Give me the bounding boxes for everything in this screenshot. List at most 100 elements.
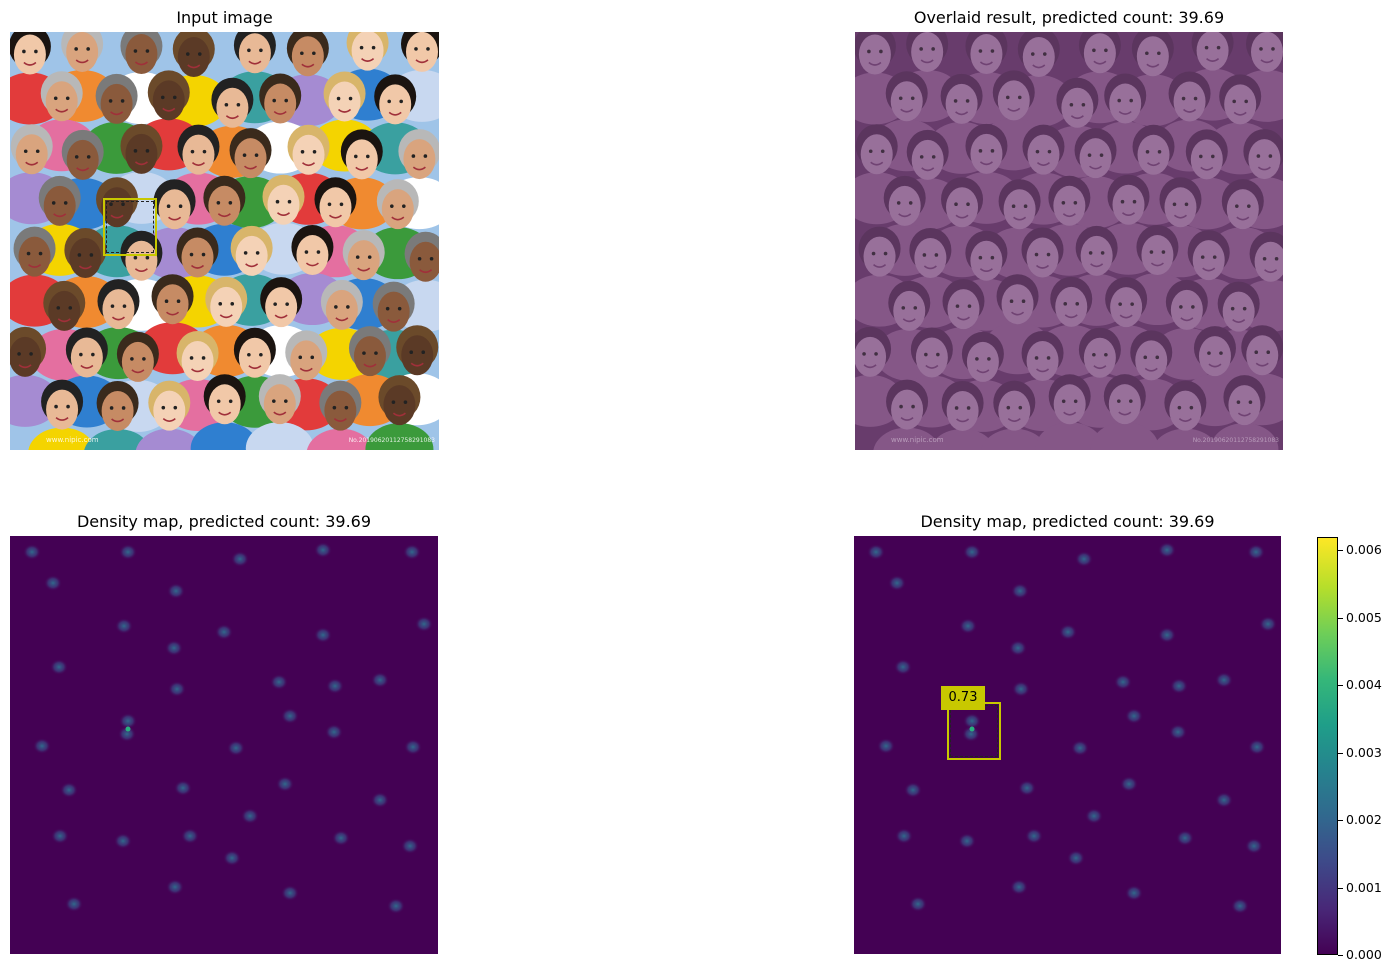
person-eye [216, 200, 221, 205]
density-peak [326, 678, 344, 694]
density-peak [60, 782, 78, 798]
person-eye [79, 352, 83, 357]
density-map-right [867, 542, 1277, 914]
person-eye [259, 352, 263, 357]
person-eye [51, 201, 56, 205]
person-eye [89, 253, 94, 257]
person-face [290, 340, 323, 381]
person-eye [255, 251, 260, 255]
person-eye [247, 352, 251, 357]
density-peak [1012, 681, 1030, 697]
density-peak [223, 850, 241, 866]
person-face [345, 139, 378, 180]
density-exemplar-box [947, 702, 1001, 760]
person-eye [371, 45, 376, 50]
person-eye [178, 204, 183, 209]
person-face [18, 236, 51, 277]
density-peak [1125, 708, 1143, 724]
density-peak [895, 828, 913, 844]
person-eye [161, 405, 166, 410]
person-face [102, 289, 135, 330]
density-map-left-title: Density map, predicted count: 39.69 [76, 512, 372, 531]
person-face [324, 390, 357, 431]
person-eye [397, 306, 402, 311]
density-peak [115, 618, 133, 634]
person-eye [390, 204, 394, 208]
person-eye [409, 350, 414, 355]
density-map-left-panel [10, 536, 438, 954]
colorbar-tick-mark [1338, 820, 1343, 821]
density-peak [1169, 724, 1187, 740]
person-eye [348, 96, 353, 101]
person-eye [421, 350, 426, 355]
person-eye [272, 399, 276, 403]
density-peak [227, 740, 245, 756]
person-eye [176, 299, 181, 303]
density-peak [1158, 542, 1176, 558]
person-eye [160, 95, 165, 100]
density-peak [1125, 885, 1143, 901]
overlay-watermark-left: www.nipic.com [891, 436, 944, 444]
person-eye [202, 149, 207, 154]
person-eye [243, 251, 248, 255]
person-eye [109, 406, 114, 410]
density-peak [270, 674, 288, 690]
person-eye [336, 96, 341, 101]
density-peak [401, 838, 419, 854]
density-peak [1114, 674, 1132, 690]
person-face [328, 81, 361, 122]
person-eye [298, 355, 303, 360]
person-face [46, 389, 79, 430]
density-peak [23, 544, 41, 560]
colorbar-tick-label: 0.000 [1346, 947, 1382, 962]
person-face [381, 189, 414, 230]
person-eye [236, 102, 241, 107]
person-eye [65, 96, 70, 101]
person-eye [201, 356, 206, 360]
density-peak [1215, 672, 1233, 688]
person-eye [120, 99, 125, 103]
person-eye [275, 199, 280, 204]
density-peak [403, 544, 421, 560]
density-peak [1009, 640, 1027, 656]
person-face [291, 36, 324, 77]
person-eye [365, 154, 370, 159]
person-face [66, 32, 99, 72]
person-face [125, 133, 158, 174]
person-face [153, 390, 186, 431]
density-peak [867, 544, 885, 560]
person-eye [77, 253, 82, 257]
density-peak [894, 659, 912, 675]
person-eye [300, 150, 305, 154]
person-face [208, 185, 241, 226]
person-eye [362, 351, 366, 355]
person-face [177, 37, 210, 78]
person-eye [22, 49, 26, 54]
person-eye [17, 352, 21, 356]
watermark-left: www.nipic.com [46, 436, 99, 444]
person-face [13, 34, 46, 75]
person-eye [316, 250, 321, 254]
person-eye [145, 149, 150, 153]
person-face [401, 335, 434, 376]
density-peak [281, 885, 299, 901]
person-eye [334, 305, 338, 309]
person-eye [230, 302, 235, 306]
person-face [264, 83, 297, 124]
person-eye [254, 153, 259, 157]
person-eye [35, 149, 40, 154]
density-hotspot [125, 726, 131, 732]
density-peak [1059, 624, 1077, 640]
density-map-right-title: Density map, predicted count: 39.69 [920, 512, 1215, 531]
density-peak [174, 780, 192, 796]
colorbar-tick-label: 0.005 [1346, 610, 1382, 625]
colorbar-tick-mark [1338, 685, 1343, 686]
density-peak [1215, 792, 1233, 808]
person-eye [166, 204, 171, 209]
person-eye [242, 153, 247, 157]
person-eye [201, 252, 206, 257]
person-face [101, 390, 134, 431]
density-peak [959, 618, 977, 634]
person-eye [287, 199, 292, 204]
density-map-right-panel: 0.73 [854, 536, 1281, 954]
